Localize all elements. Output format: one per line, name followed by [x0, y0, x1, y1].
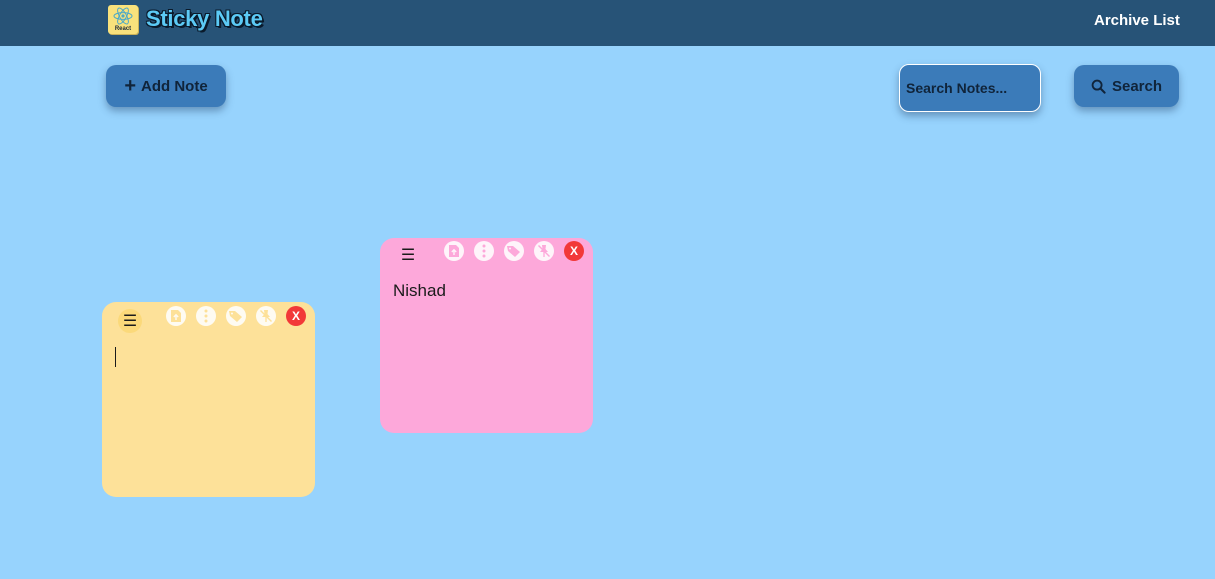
sticky-note[interactable]: ☰ X Nishad [380, 238, 593, 433]
search-button[interactable]: Search [1074, 65, 1179, 107]
plus-icon: + [124, 75, 136, 97]
navbar: React Sticky Note Archive List [0, 0, 1215, 46]
upload-file-icon[interactable] [166, 306, 186, 326]
unpin-icon[interactable] [256, 306, 276, 326]
note-textarea[interactable]: Nishad [393, 281, 581, 421]
upload-file-icon[interactable] [444, 241, 464, 261]
add-note-button[interactable]: + Add Note [106, 65, 226, 107]
drag-handle-icon[interactable]: ☰ [118, 309, 142, 333]
react-atom-icon [113, 7, 133, 25]
tag-icon[interactable] [504, 241, 524, 261]
tag-icon[interactable] [226, 306, 246, 326]
search-button-label: Search [1111, 77, 1163, 95]
drag-handle-icon[interactable]: ☰ [396, 243, 420, 267]
brand-title[interactable]: Sticky Note [146, 6, 263, 32]
close-note-button[interactable]: X [286, 306, 306, 326]
react-logo-icon[interactable]: React [108, 5, 138, 34]
more-options-icon[interactable] [196, 306, 216, 326]
add-note-label: Add Note [141, 77, 208, 95]
unpin-icon[interactable] [534, 241, 554, 261]
search-input[interactable] [899, 64, 1041, 112]
logo-text: React [114, 26, 132, 32]
search-icon [1091, 79, 1106, 94]
close-note-button[interactable]: X [564, 241, 584, 261]
sticky-note[interactable]: ☰ X [102, 302, 315, 497]
archive-list-link[interactable]: Archive List [1094, 12, 1180, 29]
more-options-icon[interactable] [474, 241, 494, 261]
note-textarea[interactable] [115, 345, 303, 485]
